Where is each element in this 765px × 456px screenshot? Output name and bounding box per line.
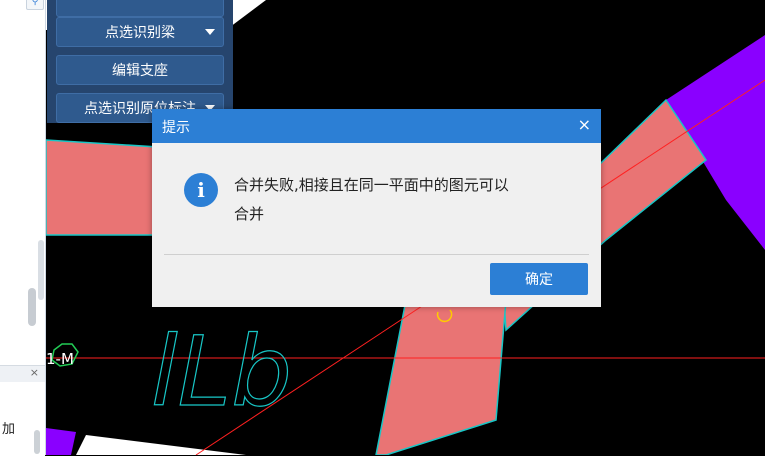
dialog-message: 合并失败,相接且在同一平面中的图元可以 合并 — [234, 171, 574, 229]
dialog-message-line2: 合并 — [234, 205, 265, 223]
dialog-message-line1: 合并失败,相接且在同一平面中的图元可以 — [234, 176, 509, 194]
left-panel: ⚲ × 加 — [0, 0, 46, 456]
recognition-toolbar: 点选识别梁 编辑支座 点选识别原位标注 — [47, 0, 233, 123]
pick-recognize-beam-label: 点选识别梁 — [105, 25, 175, 41]
info-icon: i — [184, 173, 218, 207]
panel-header: × — [0, 366, 45, 382]
axis-label: 1-M — [46, 350, 74, 368]
search-icon[interactable]: ⚲ — [26, 0, 44, 10]
dialog-title: 提示 — [162, 120, 190, 136]
close-icon[interactable]: × — [578, 115, 591, 134]
pick-recognize-beam-button[interactable]: 点选识别梁 — [56, 17, 224, 47]
white-region-bottom — [76, 435, 246, 455]
edit-support-button[interactable]: 编辑支座 — [56, 55, 224, 85]
scrollbar-thumb-bottom[interactable] — [34, 430, 40, 454]
chevron-down-icon[interactable] — [205, 29, 215, 35]
toolbar-button-top[interactable] — [56, 0, 224, 17]
ok-button[interactable]: 确定 — [490, 263, 588, 295]
message-dialog: 提示 × i 合并失败,相接且在同一平面中的图元可以 合并 确定 — [152, 109, 601, 307]
drawn-text: lLb — [151, 316, 292, 428]
panel-splitter[interactable] — [38, 240, 44, 300]
dialog-separator — [164, 254, 589, 255]
edit-support-label: 编辑支座 — [112, 63, 168, 79]
close-icon[interactable]: × — [30, 366, 39, 379]
purple-region-bottom-left — [46, 428, 76, 455]
left-panel-bottom: × 加 — [0, 365, 45, 456]
scrollbar-thumb[interactable] — [28, 288, 36, 326]
left-panel-top: ⚲ — [0, 0, 45, 360]
dialog-titlebar[interactable]: 提示 × — [152, 109, 601, 143]
panel-text: 加 — [2, 422, 16, 437]
